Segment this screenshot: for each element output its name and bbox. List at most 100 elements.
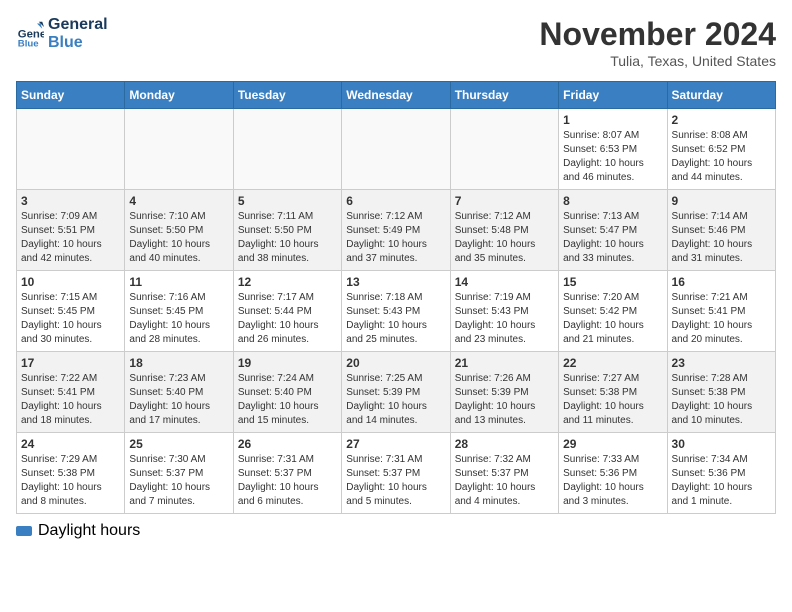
calendar-header-saturday: Saturday — [667, 82, 775, 109]
day-number: 7 — [455, 194, 554, 208]
day-number: 22 — [563, 356, 662, 370]
calendar-cell: 26 Sunrise: 7:31 AM Sunset: 5:37 PM Dayli… — [233, 433, 341, 514]
calendar-cell: 3 Sunrise: 7:09 AM Sunset: 5:51 PM Daylig… — [17, 190, 125, 271]
day-info: Sunrise: 7:22 AM Sunset: 5:41 PM Dayligh… — [21, 372, 120, 428]
day-info: Sunrise: 7:10 AM Sunset: 5:50 PM Dayligh… — [129, 210, 228, 266]
calendar-cell: 11Sunrise: 7:16 AM Sunset: 5:45 PM Dayli… — [125, 271, 233, 352]
day-info: Sunrise: 7:11 AM Sunset: 5:50 PM Dayligh… — [238, 210, 337, 266]
calendar-cell: 21Sunrise: 7:26 AM Sunset: 5:39 PM Dayli… — [450, 352, 558, 433]
day-number: 29 — [563, 437, 662, 451]
calendar-cell — [342, 109, 450, 190]
calendar-week-row: 1Sunrise: 8:07 AM Sunset: 6:53 PM Daylig… — [17, 109, 776, 190]
calendar-cell: 1Sunrise: 8:07 AM Sunset: 6:53 PM Daylig… — [559, 109, 667, 190]
day-info: Sunrise: 7:19 AM Sunset: 5:43 PM Dayligh… — [455, 291, 554, 347]
logo-line1: General — [48, 16, 108, 34]
calendar-cell: 14 Sunrise: 7:19 AM Sunset: 5:43 PM Dayli… — [450, 271, 558, 352]
page-header: General Blue General Blue November 2024 … — [16, 16, 776, 69]
day-number: 18 — [129, 356, 228, 370]
calendar-cell: 8 Sunrise: 7:13 AM Sunset: 5:47 PM Daylig… — [559, 190, 667, 271]
day-info: Sunrise: 7:13 AM Sunset: 5:47 PM Dayligh… — [563, 210, 662, 266]
day-info: Sunrise: 7:25 AM Sunset: 5:39 PM Dayligh… — [346, 372, 445, 428]
day-info: Sunrise: 7:28 AM Sunset: 5:38 PM Dayligh… — [672, 372, 771, 428]
logo-line2: Blue — [48, 34, 108, 52]
day-info: Sunrise: 7:15 AM Sunset: 5:45 PM Dayligh… — [21, 291, 120, 347]
day-number: 9 — [672, 194, 771, 208]
day-info: Sunrise: 7:34 AM Sunset: 5:36 PM Dayligh… — [672, 453, 771, 509]
title-block: November 2024 Tulia, Texas, United State… — [539, 16, 776, 69]
day-number: 14 — [455, 275, 554, 289]
calendar-cell: 17 Sunrise: 7:22 AM Sunset: 5:41 PM Dayli… — [17, 352, 125, 433]
day-number: 30 — [672, 437, 771, 451]
day-number: 10 — [21, 275, 120, 289]
calendar-cell: 13 Sunrise: 7:18 AM Sunset: 5:43 PM Dayli… — [342, 271, 450, 352]
calendar-cell: 29 Sunrise: 7:33 AM Sunset: 5:36 PM Dayli… — [559, 433, 667, 514]
day-number: 19 — [238, 356, 337, 370]
day-number: 3 — [21, 194, 120, 208]
calendar-cell: 23 Sunrise: 7:28 AM Sunset: 5:38 PM Dayli… — [667, 352, 775, 433]
location: Tulia, Texas, United States — [539, 53, 776, 69]
calendar-cell: 28 Sunrise: 7:32 AM Sunset: 5:37 PM Dayli… — [450, 433, 558, 514]
day-info: Sunrise: 7:27 AM Sunset: 5:38 PM Dayligh… — [563, 372, 662, 428]
day-number: 6 — [346, 194, 445, 208]
day-number: 26 — [238, 437, 337, 451]
calendar-cell — [125, 109, 233, 190]
calendar-cell — [233, 109, 341, 190]
day-info: Sunrise: 7:31 AM Sunset: 5:37 PM Dayligh… — [346, 453, 445, 509]
day-number: 2 — [672, 113, 771, 127]
legend-label: Daylight hours — [38, 522, 140, 540]
calendar: SundayMondayTuesdayWednesdayThursdayFrid… — [16, 81, 776, 514]
day-number: 13 — [346, 275, 445, 289]
calendar-cell: 19Sunrise: 7:24 AM Sunset: 5:40 PM Dayli… — [233, 352, 341, 433]
calendar-cell: 27 Sunrise: 7:31 AM Sunset: 5:37 PM Dayli… — [342, 433, 450, 514]
calendar-cell: 30 Sunrise: 7:34 AM Sunset: 5:36 PM Dayli… — [667, 433, 775, 514]
calendar-cell: 20Sunrise: 7:25 AM Sunset: 5:39 PM Dayli… — [342, 352, 450, 433]
calendar-week-row: 10 Sunrise: 7:15 AM Sunset: 5:45 PM Dayli… — [17, 271, 776, 352]
day-info: Sunrise: 7:23 AM Sunset: 5:40 PM Dayligh… — [129, 372, 228, 428]
day-info: Sunrise: 7:17 AM Sunset: 5:44 PM Dayligh… — [238, 291, 337, 347]
svg-text:Blue: Blue — [18, 38, 39, 48]
day-info: Sunrise: 7:14 AM Sunset: 5:46 PM Dayligh… — [672, 210, 771, 266]
calendar-week-row: 3 Sunrise: 7:09 AM Sunset: 5:51 PM Daylig… — [17, 190, 776, 271]
calendar-cell — [450, 109, 558, 190]
day-info: Sunrise: 7:12 AM Sunset: 5:48 PM Dayligh… — [455, 210, 554, 266]
calendar-week-row: 17 Sunrise: 7:22 AM Sunset: 5:41 PM Dayli… — [17, 352, 776, 433]
day-info: Sunrise: 7:29 AM Sunset: 5:38 PM Dayligh… — [21, 453, 120, 509]
legend-color — [16, 526, 32, 536]
day-number: 5 — [238, 194, 337, 208]
logo: General Blue General Blue — [16, 16, 108, 51]
day-number: 15 — [563, 275, 662, 289]
calendar-header-monday: Monday — [125, 82, 233, 109]
calendar-header-sunday: Sunday — [17, 82, 125, 109]
calendar-cell: 15 Sunrise: 7:20 AM Sunset: 5:42 PM Dayli… — [559, 271, 667, 352]
day-info: Sunrise: 7:32 AM Sunset: 5:37 PM Dayligh… — [455, 453, 554, 509]
calendar-header-tuesday: Tuesday — [233, 82, 341, 109]
day-info: Sunrise: 7:12 AM Sunset: 5:49 PM Dayligh… — [346, 210, 445, 266]
day-info: Sunrise: 8:07 AM Sunset: 6:53 PM Dayligh… — [563, 129, 662, 185]
legend: Daylight hours — [16, 522, 776, 540]
day-info: Sunrise: 7:16 AM Sunset: 5:45 PM Dayligh… — [129, 291, 228, 347]
calendar-cell: 4 Sunrise: 7:10 AM Sunset: 5:50 PM Daylig… — [125, 190, 233, 271]
calendar-week-row: 24Sunrise: 7:29 AM Sunset: 5:38 PM Dayli… — [17, 433, 776, 514]
day-info: Sunrise: 7:26 AM Sunset: 5:39 PM Dayligh… — [455, 372, 554, 428]
day-number: 4 — [129, 194, 228, 208]
month-title: November 2024 — [539, 16, 776, 53]
day-info: Sunrise: 7:31 AM Sunset: 5:37 PM Dayligh… — [238, 453, 337, 509]
day-number: 28 — [455, 437, 554, 451]
calendar-cell: 12Sunrise: 7:17 AM Sunset: 5:44 PM Dayli… — [233, 271, 341, 352]
calendar-cell: 22 Sunrise: 7:27 AM Sunset: 5:38 PM Dayli… — [559, 352, 667, 433]
day-info: Sunrise: 7:30 AM Sunset: 5:37 PM Dayligh… — [129, 453, 228, 509]
day-number: 23 — [672, 356, 771, 370]
calendar-cell: 5 Sunrise: 7:11 AM Sunset: 5:50 PM Daylig… — [233, 190, 341, 271]
calendar-header-friday: Friday — [559, 82, 667, 109]
day-number: 8 — [563, 194, 662, 208]
day-number: 17 — [21, 356, 120, 370]
calendar-cell: 7 Sunrise: 7:12 AM Sunset: 5:48 PM Daylig… — [450, 190, 558, 271]
day-info: Sunrise: 7:33 AM Sunset: 5:36 PM Dayligh… — [563, 453, 662, 509]
day-info: Sunrise: 7:20 AM Sunset: 5:42 PM Dayligh… — [563, 291, 662, 347]
day-info: Sunrise: 7:09 AM Sunset: 5:51 PM Dayligh… — [21, 210, 120, 266]
day-info: Sunrise: 7:18 AM Sunset: 5:43 PM Dayligh… — [346, 291, 445, 347]
day-number: 27 — [346, 437, 445, 451]
logo-icon: General Blue — [16, 20, 44, 48]
calendar-header-wednesday: Wednesday — [342, 82, 450, 109]
calendar-header-row: SundayMondayTuesdayWednesdayThursdayFrid… — [17, 82, 776, 109]
